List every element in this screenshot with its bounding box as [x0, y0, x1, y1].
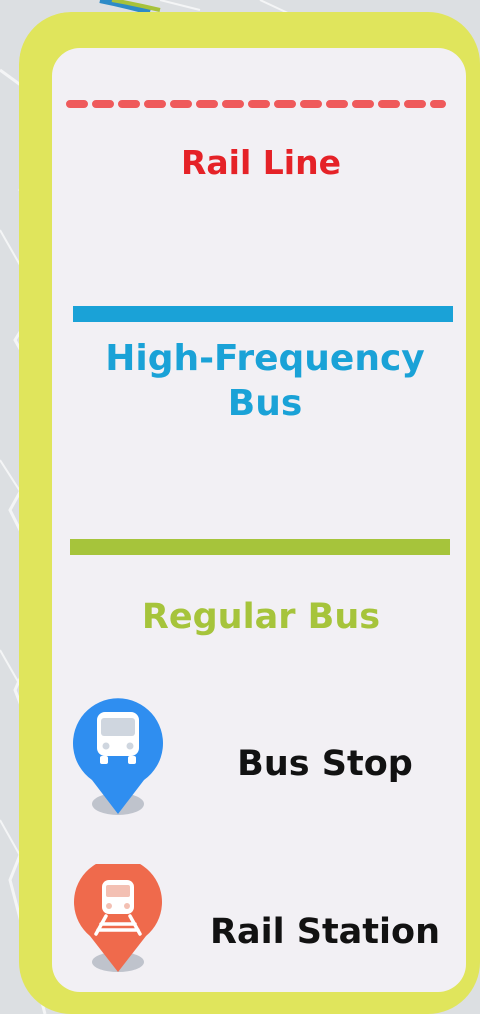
train-pin-icon: [74, 864, 162, 972]
regular-bus-swatch: [70, 539, 450, 555]
high-frequency-bus-label: High-Frequency Bus: [105, 338, 425, 424]
legend-panel: [52, 48, 466, 992]
regular-bus-label: Regular Bus: [141, 597, 381, 637]
rail-line-label: Rail Line: [180, 143, 341, 182]
bus-stop-label: Bus Stop: [237, 744, 413, 784]
rail-line-swatch: [66, 100, 446, 108]
bus-pin-icon: [73, 698, 163, 815]
rail-station-label: Rail Station: [210, 912, 440, 952]
high-frequency-bus-swatch: [73, 306, 453, 322]
